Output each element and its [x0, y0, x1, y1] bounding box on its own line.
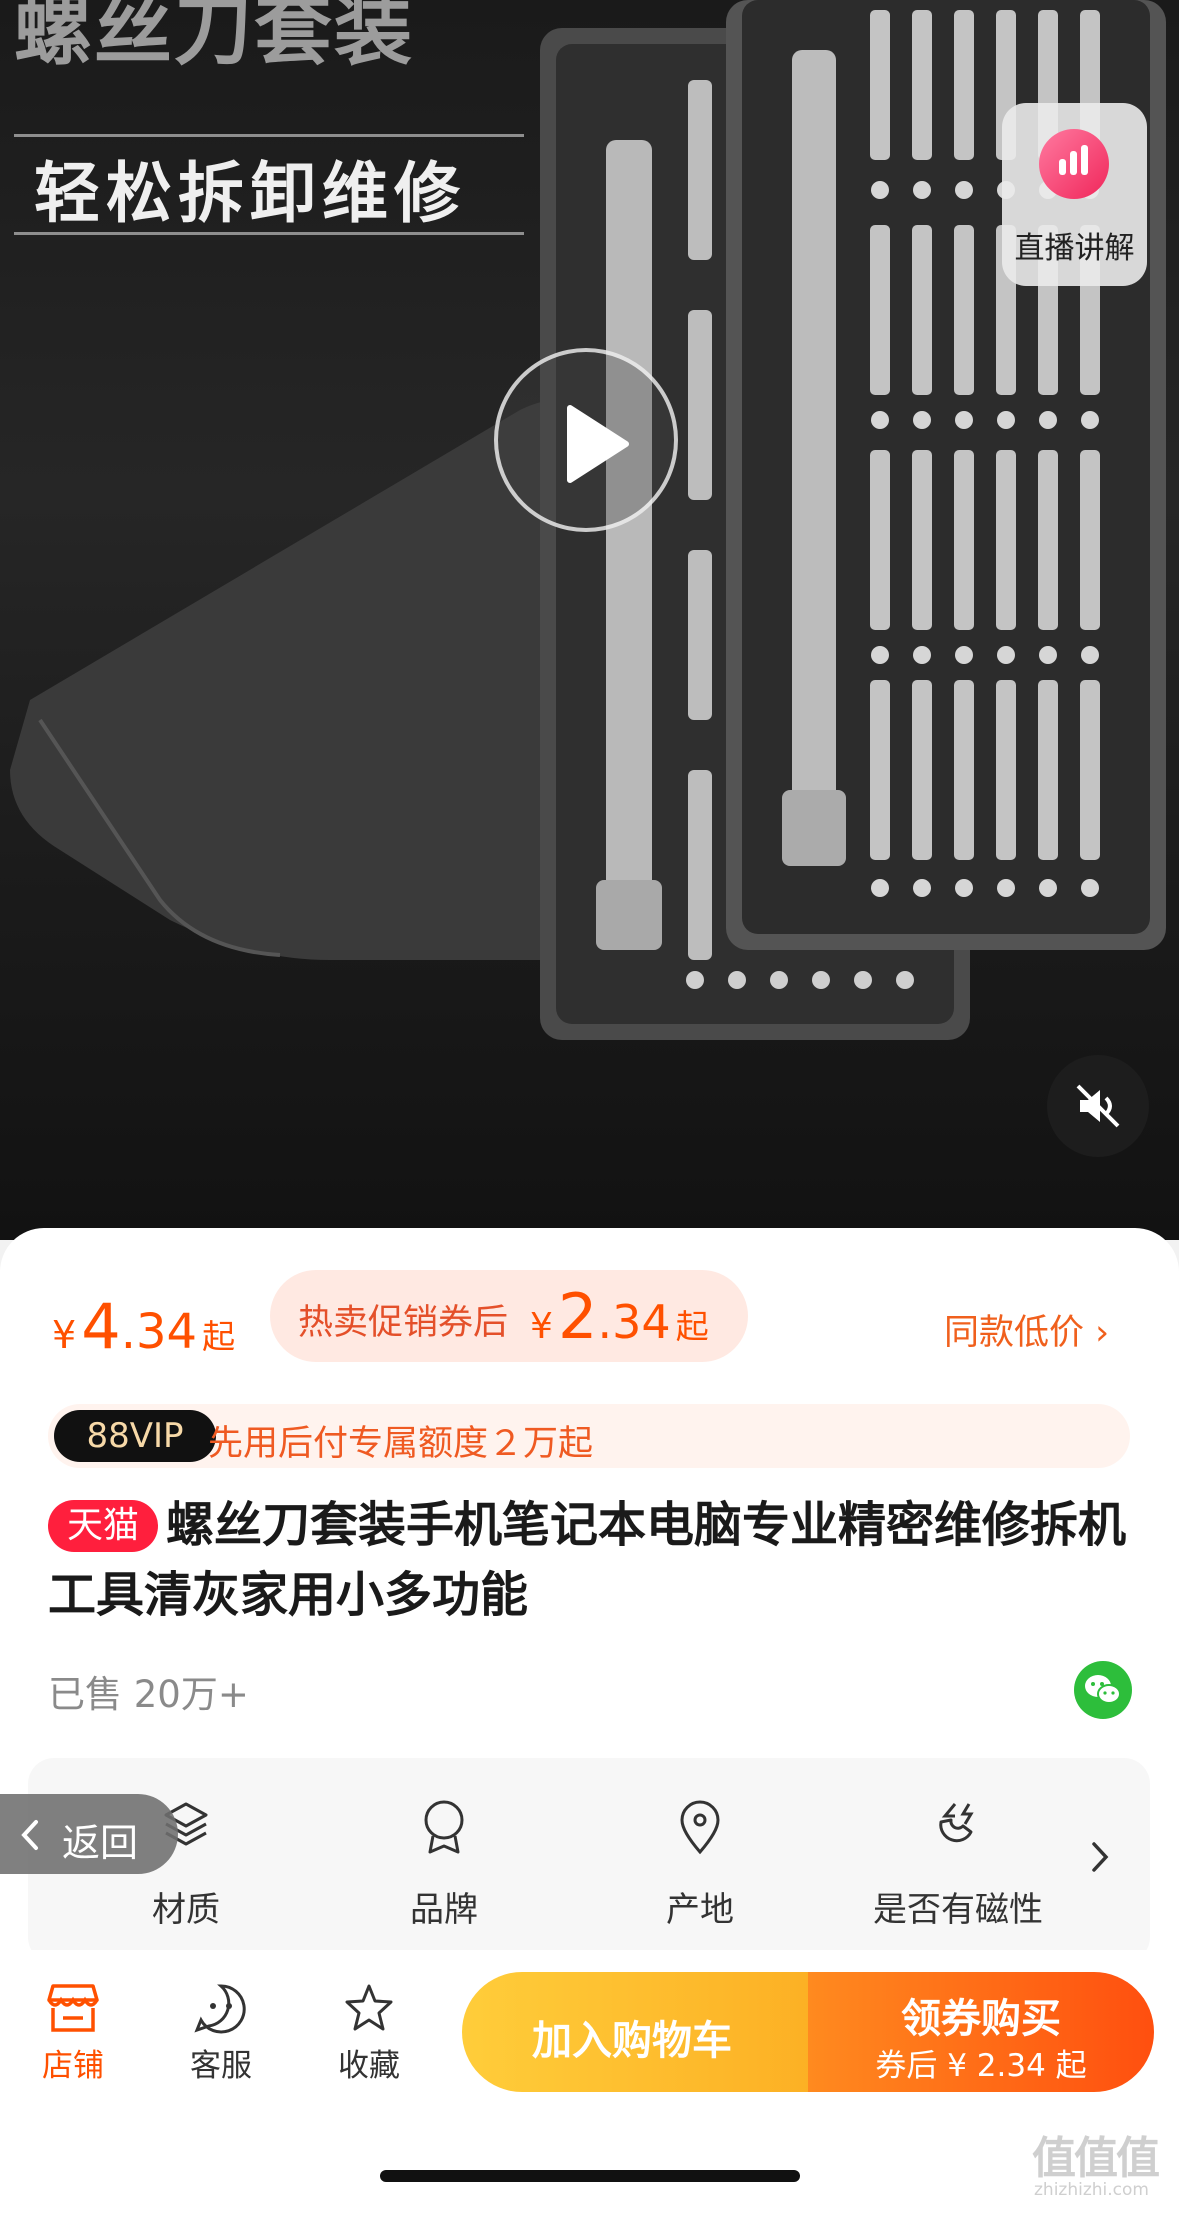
shop-label: 店铺 — [42, 2048, 104, 2084]
location-icon — [680, 1800, 720, 1855]
live-explain-button[interactable]: 直播讲解 — [1002, 103, 1147, 286]
watermark: 值值值 zhizhizhi.com — [1030, 2122, 1170, 2202]
buy-now-subtext: 券后 ¥ 2.34 起 — [875, 2048, 1087, 2084]
add-to-cart-label: 加入购物车 — [532, 2018, 732, 2064]
product-info-card: ¥ 4.34 起 热卖促销券后 ¥ 2.34 起 同款低价 › 88VIP 先用… — [0, 1228, 1179, 1963]
attribute-label: 材质 — [152, 1890, 220, 1930]
promo-integer: 2 — [558, 1280, 598, 1353]
favorite-label: 收藏 — [338, 2048, 400, 2084]
live-explain-label: 直播讲解 — [1014, 231, 1135, 266]
tmall-badge: 天猫 — [48, 1500, 158, 1552]
mute-button[interactable] — [1047, 1055, 1149, 1157]
attribute-brand[interactable]: 品牌 — [334, 1798, 554, 1958]
play-button[interactable] — [494, 348, 678, 532]
product-media[interactable]: 螺丝刀套装 轻松拆卸维修 直播讲解 — [0, 0, 1179, 1240]
vip-badge: 88VIP — [54, 1410, 216, 1462]
store-icon — [47, 1984, 99, 2032]
favorite-button[interactable]: 收藏 — [314, 1982, 424, 2085]
product-title-text: 螺丝刀套装手机笔记本电脑专业精密维修拆机工具清灰家用小多功能 — [48, 1497, 1127, 1623]
promo-price: ¥ 2.34 起 — [530, 1280, 709, 1353]
price-currency: ¥ — [52, 1313, 77, 1357]
star-icon — [345, 1984, 393, 2031]
attribute-label: 品牌 — [410, 1890, 478, 1930]
price-decimal: .34 — [120, 1304, 198, 1360]
watermark-url: zhizhizhi.com — [1034, 2180, 1149, 2200]
chevron-left-icon — [21, 1820, 38, 1850]
back-label: 返回 — [62, 1821, 139, 1865]
sold-count: 已售 20万+ — [48, 1673, 249, 1716]
promo-decimal: .34 — [597, 1295, 671, 1349]
home-indicator — [380, 2170, 800, 2182]
watermark-logo: 值值值 — [1032, 2133, 1160, 2184]
price-integer: 4 — [81, 1290, 121, 1363]
speaker-muted-icon — [1076, 1084, 1120, 1128]
chevron-right-icon[interactable] — [1088, 1840, 1112, 1874]
wechat-share-icon[interactable] — [1074, 1661, 1132, 1719]
award-icon — [424, 1800, 464, 1854]
vip-credit-text: 先用后付专属额度２万起 — [208, 1424, 594, 1464]
add-to-cart-button[interactable]: 加入购物车 — [462, 1972, 862, 2092]
chat-face-icon — [194, 1984, 246, 2034]
price: ¥ 4.34 起 — [52, 1290, 235, 1363]
promo-currency: ¥ — [530, 1306, 553, 1347]
shop-button[interactable]: 店铺 — [18, 1982, 128, 2085]
magnet-icon — [939, 1803, 974, 1843]
play-icon — [567, 405, 629, 483]
claim-coupon-buy-button[interactable]: 领券购买 券后 ¥ 2.34 起 — [808, 1972, 1154, 2092]
buy-now-label: 领券购买 — [901, 1996, 1061, 2042]
vip-credit-bar[interactable]: 88VIP 先用后付专属额度２万起 — [48, 1404, 1130, 1468]
attribute-strip[interactable]: 材质 品牌 产地 是否有磁性 — [28, 1758, 1150, 1963]
customer-service-label: 客服 — [190, 2048, 252, 2084]
attribute-label: 是否有磁性 — [873, 1890, 1043, 1930]
price-suffix: 起 — [202, 1317, 236, 1356]
back-button[interactable]: 返回 — [0, 1794, 178, 1874]
attribute-label: 产地 — [666, 1890, 734, 1930]
same-item-low-price-link[interactable]: 同款低价 › — [944, 1304, 1109, 1355]
customer-service-button[interactable]: 客服 — [166, 1982, 276, 2085]
product-title: 天猫 螺丝刀套装手机笔记本电脑专业精密维修拆机工具清灰家用小多功能 — [48, 1490, 1128, 1630]
promo-price-pill[interactable]: 热卖促销券后 ¥ 2.34 起 — [270, 1270, 748, 1362]
price-row: ¥ 4.34 起 热卖促销券后 ¥ 2.34 起 同款低价 › — [0, 1228, 1179, 1363]
live-chart-icon — [1039, 129, 1109, 199]
promo-label: 热卖促销券后 — [298, 1303, 509, 1343]
attribute-magnetic[interactable]: 是否有磁性 — [848, 1798, 1068, 1958]
attribute-origin[interactable]: 产地 — [590, 1798, 810, 1958]
promo-suffix: 起 — [675, 1307, 709, 1346]
